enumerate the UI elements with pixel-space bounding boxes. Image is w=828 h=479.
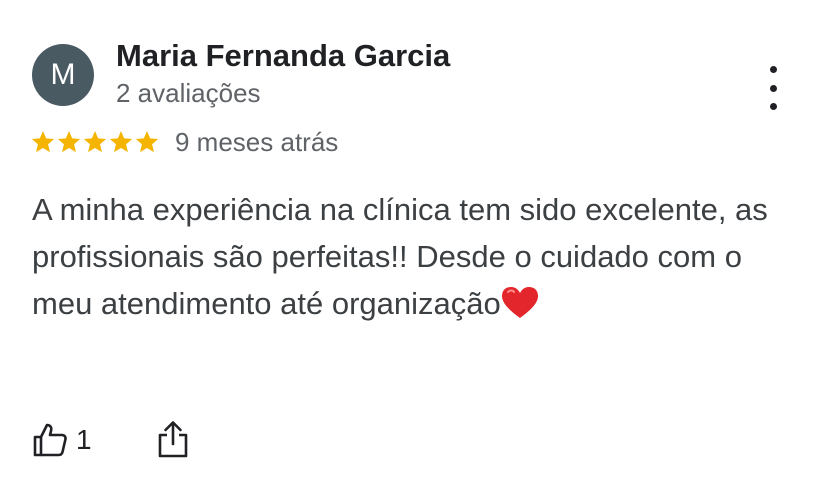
star-icon — [30, 129, 56, 155]
star-rating — [30, 129, 160, 155]
thumbs-up-icon — [32, 422, 68, 458]
more-options-button[interactable] — [758, 66, 788, 110]
more-vertical-icon-dot — [769, 84, 777, 92]
like-button[interactable]: 1 — [32, 420, 92, 460]
reviewer-reviews-count: 2 avaliações — [116, 78, 261, 108]
reviewer-name[interactable]: Maria Fernanda Garcia — [116, 38, 450, 74]
more-vertical-icon — [769, 66, 777, 73]
star-icon — [82, 129, 108, 155]
like-count: 1 — [76, 424, 92, 455]
review-body: A minha experiência na clínica tem sido … — [32, 192, 768, 321]
share-button[interactable] — [156, 420, 192, 460]
avatar-initial: M — [50, 58, 76, 91]
review-date: 9 meses atrás — [175, 126, 339, 157]
rating-row: 9 meses atrás — [30, 126, 338, 158]
more-vertical-icon-dot — [769, 103, 777, 110]
review-text: A minha experiência na clínica tem sido … — [32, 186, 802, 327]
star-icon — [56, 129, 82, 155]
star-icon — [108, 129, 134, 155]
avatar[interactable]: M — [32, 44, 94, 106]
share-icon — [156, 420, 192, 458]
heart-emoji-icon — [501, 286, 539, 320]
star-icon — [134, 129, 160, 155]
